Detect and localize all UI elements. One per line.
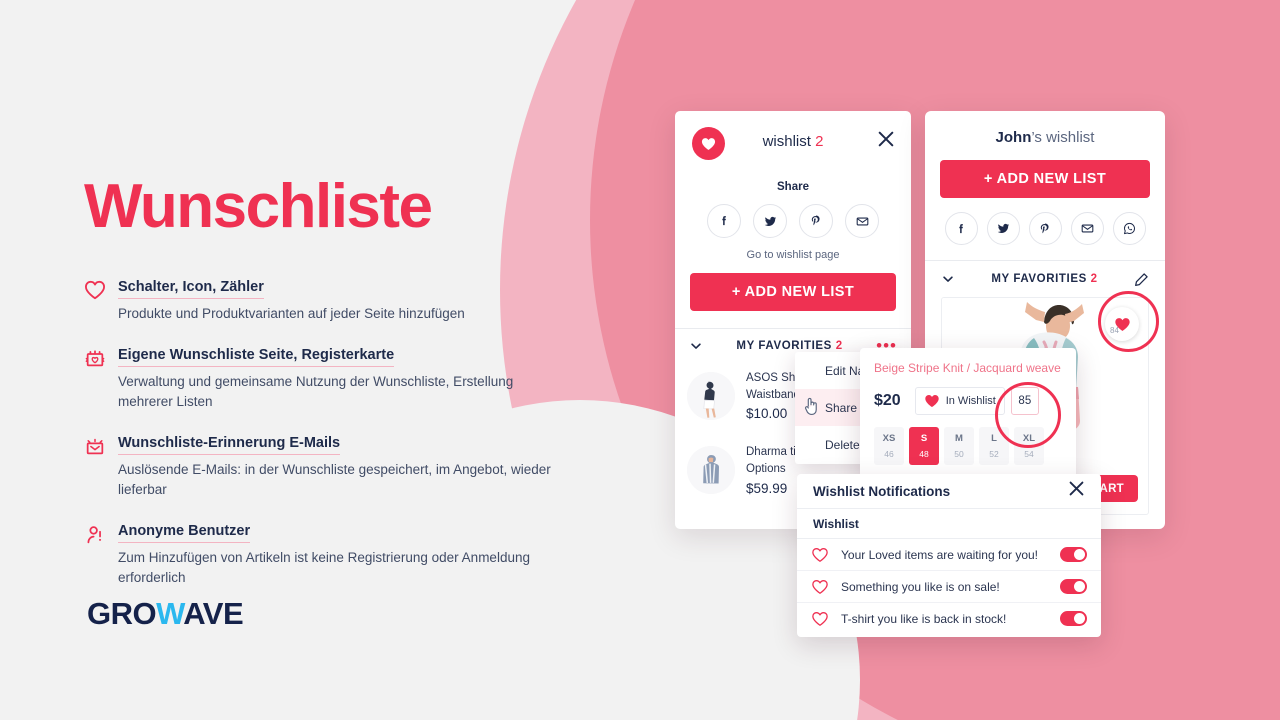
size-option-m[interactable]: M 50 xyxy=(944,427,974,466)
wishlist-title-suffix: ’s wishlist xyxy=(1031,129,1095,146)
notification-toggle[interactable] xyxy=(1060,579,1087,594)
size-label: M xyxy=(955,433,963,445)
notifications-header: Wishlist Notifications xyxy=(797,474,1101,509)
john-wishlist-title: John’s wishlist xyxy=(925,111,1165,146)
heart-outline-icon xyxy=(812,547,828,562)
product-thumbnail xyxy=(687,446,735,495)
notifications-title: Wishlist Notifications xyxy=(813,483,951,499)
drawer-title-text: wishlist xyxy=(762,133,811,150)
drawer-item-count: 2 xyxy=(815,133,824,150)
close-icon[interactable] xyxy=(1068,480,1085,502)
list-title-text: MY FAVORITIES xyxy=(736,340,832,352)
twitter-icon[interactable] xyxy=(753,204,787,238)
logo-part-w: W xyxy=(156,596,184,631)
size-number: 46 xyxy=(884,449,894,460)
feature-title: Schalter, Icon, Zähler xyxy=(118,279,264,299)
size-label: S xyxy=(920,433,928,445)
feature-desc: Auslösende E-Mails: in der Wunschliste g… xyxy=(118,461,551,498)
feature-desc: Produkte und Produktvarianten auf jeder … xyxy=(118,306,465,321)
feature-title: Eigene Wunschliste Seite, Registerkarte xyxy=(118,347,395,367)
anonymous-user-icon xyxy=(84,522,118,551)
drawer-title: wishlist 2 xyxy=(675,133,911,150)
product-thumbnail xyxy=(687,371,735,420)
feature-desc: Zum Hinzufügen von Artikeln ist keine Re… xyxy=(118,549,530,586)
mail-heart-icon xyxy=(84,434,118,463)
feature-title: Anonyme Benutzer xyxy=(118,523,251,543)
feature-title: Wunschliste-Erinnerung E-Mails xyxy=(118,435,341,455)
add-new-list-button[interactable]: + ADD NEW LIST xyxy=(690,273,896,311)
feature-item: Eigene Wunschliste Seite, Registerkarte … xyxy=(84,346,554,413)
heart-icon xyxy=(84,278,118,305)
whatsapp-icon[interactable] xyxy=(1112,212,1146,245)
feature-item: Schalter, Icon, Zähler Produkte und Prod… xyxy=(84,278,554,325)
heart-outline-icon xyxy=(812,579,828,594)
edit-pencil-icon[interactable] xyxy=(1134,272,1149,287)
size-number: 50 xyxy=(954,449,964,460)
email-icon[interactable] xyxy=(845,204,879,238)
list-title-text: MY FAVORITIES xyxy=(991,273,1087,285)
feature-list: Schalter, Icon, Zähler Produkte und Prod… xyxy=(84,278,554,610)
heart-filled-icon xyxy=(925,395,939,408)
notification-toggle[interactable] xyxy=(1060,547,1087,562)
notification-row: Something you like is on sale! xyxy=(797,571,1101,603)
page-title: Wunschliste xyxy=(84,172,433,241)
wishlist-page-icon xyxy=(84,346,118,375)
poster-stage: Wunschliste Schalter, Icon, Zähler Produ… xyxy=(0,0,1280,720)
pinterest-icon[interactable] xyxy=(1028,212,1062,245)
email-icon[interactable] xyxy=(1070,212,1104,245)
size-number: 48 xyxy=(919,449,929,460)
size-label: XS xyxy=(882,433,896,445)
facebook-icon[interactable] xyxy=(707,204,741,238)
pinterest-icon[interactable] xyxy=(799,204,833,238)
highlight-ring-like-button xyxy=(1098,291,1159,352)
wishlist-owner-name: John xyxy=(995,129,1032,146)
feature-item: Wunschliste-Erinnerung E-Mails Auslösend… xyxy=(84,434,554,501)
growave-logo: GROWAVE xyxy=(87,596,244,631)
twitter-icon[interactable] xyxy=(986,212,1020,245)
notification-row: Your Loved items are waiting for you! xyxy=(797,539,1101,571)
size-number: 54 xyxy=(1024,449,1034,460)
wishlist-notifications-panel: Wishlist Notifications Wishlist Your Lov… xyxy=(797,474,1101,637)
list-title: MY FAVORITIES 2 xyxy=(955,273,1134,285)
share-socials xyxy=(925,212,1165,245)
quickview-product-name: Beige Stripe Knit / Jacquard weave xyxy=(874,361,1061,375)
feature-item: Anonyme Benutzer Zum Hinzufügen von Arti… xyxy=(84,522,554,589)
notification-text: T-shirt you like is back in stock! xyxy=(841,611,1007,626)
heart-outline-icon xyxy=(812,611,828,626)
list-item-count: 2 xyxy=(1090,273,1098,285)
chevron-down-icon[interactable] xyxy=(689,339,703,353)
list-item-count: 2 xyxy=(835,340,843,352)
quickview-price: $20 xyxy=(874,392,901,410)
in-wishlist-button[interactable]: In Wishlist xyxy=(914,387,1005,416)
feature-desc: Verwaltung und gemeinsame Nutzung der Wu… xyxy=(118,373,514,410)
notification-text: Your Loved items are waiting for you! xyxy=(841,547,1038,562)
size-label: L xyxy=(991,433,997,445)
cursor-pointer-icon xyxy=(802,396,820,416)
notifications-section-label: Wishlist xyxy=(797,509,1101,539)
drawer-header: wishlist 2 xyxy=(675,111,911,189)
notification-text: Something you like is on sale! xyxy=(841,579,1000,594)
notification-row: T-shirt you like is back in stock! xyxy=(797,603,1101,634)
list-title: MY FAVORITIES 2 xyxy=(703,340,876,352)
notification-toggle[interactable] xyxy=(1060,611,1087,626)
add-new-list-button[interactable]: + ADD NEW LIST xyxy=(940,160,1150,198)
logo-part-gro: GRO xyxy=(87,596,157,631)
highlight-ring-wishlist-count xyxy=(995,382,1061,448)
size-number: 52 xyxy=(989,449,999,460)
chevron-down-icon[interactable] xyxy=(941,272,955,286)
close-icon[interactable] xyxy=(877,130,895,148)
hero-content: Wunschliste Schalter, Icon, Zähler Produ… xyxy=(84,0,554,720)
go-to-wishlist-page-link[interactable]: Go to wishlist page xyxy=(675,249,911,261)
size-option-xs[interactable]: XS 46 xyxy=(874,427,904,466)
in-wishlist-label: In Wishlist xyxy=(945,395,996,408)
size-option-s[interactable]: S 48 xyxy=(909,427,939,466)
logo-part-ave: AVE xyxy=(183,596,244,631)
facebook-icon[interactable] xyxy=(944,212,978,245)
share-socials xyxy=(675,204,911,238)
